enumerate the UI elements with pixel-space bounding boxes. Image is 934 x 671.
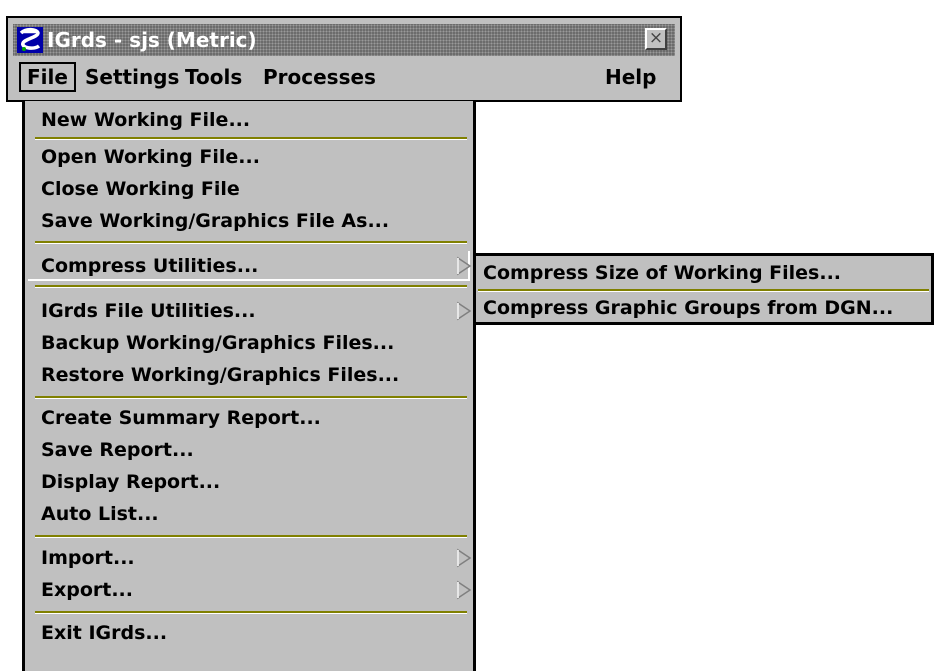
submenu-triangle-icon [457, 580, 472, 600]
menu-settings[interactable]: Settings [85, 62, 179, 92]
menu-file[interactable]: File [19, 62, 76, 92]
window-title: IGrds - sjs (Metric) [47, 28, 257, 52]
menu-item-igrds-file-utilities[interactable]: IGrds File Utilities... [41, 296, 256, 326]
menu-item-new-working-file[interactable]: New Working File... [41, 105, 250, 135]
menu-item-import[interactable]: Import... [41, 543, 135, 573]
app-window: IGrds - sjs (Metric) × File Settings Too… [6, 16, 682, 102]
menu-processes[interactable]: Processes [263, 62, 376, 92]
menu-separator [35, 137, 467, 140]
submenu-triangle-icon [457, 301, 472, 321]
menu-item-auto-list[interactable]: Auto List... [41, 499, 159, 529]
menu-item-compress-utilities[interactable]: Compress Utilities... [28, 251, 470, 281]
menu-separator [35, 396, 467, 399]
menu-item-export[interactable]: Export... [41, 575, 133, 605]
menu-bar: File Settings Tools Processes Help [13, 60, 675, 94]
menu-item-backup-files[interactable]: Backup Working/Graphics Files... [41, 328, 394, 358]
submenu-triangle-icon [457, 548, 472, 568]
compress-utilities-submenu: Compress Size of Working Files... Compre… [476, 253, 934, 325]
igrds-app-icon [17, 27, 43, 53]
submenu-item-compress-graphic-groups[interactable]: Compress Graphic Groups from DGN... [483, 293, 893, 323]
menu-item-close-working-file[interactable]: Close Working File [41, 174, 240, 204]
menu-separator [35, 241, 467, 244]
menu-item-create-summary-report[interactable]: Create Summary Report... [41, 403, 321, 433]
close-button[interactable]: × [645, 28, 667, 50]
menu-item-display-report[interactable]: Display Report... [41, 467, 220, 497]
menu-help[interactable]: Help [605, 62, 656, 92]
close-x-icon: × [648, 28, 664, 48]
submenu-item-compress-size[interactable]: Compress Size of Working Files... [483, 258, 841, 288]
menu-item-save-report[interactable]: Save Report... [41, 435, 194, 465]
menu-item-exit-igrds[interactable]: Exit IGrds... [41, 618, 167, 648]
menu-item-save-as[interactable]: Save Working/Graphics File As... [41, 206, 389, 236]
menu-separator [35, 285, 467, 288]
title-bar[interactable]: IGrds - sjs (Metric) × [13, 24, 675, 56]
menu-separator [478, 289, 929, 292]
menu-tools[interactable]: Tools [185, 62, 242, 92]
menu-separator [35, 535, 467, 538]
menu-item-open-working-file[interactable]: Open Working File... [41, 142, 260, 172]
file-dropdown-menu: New Working File... Open Working File...… [22, 101, 476, 671]
menu-item-restore-files[interactable]: Restore Working/Graphics Files... [41, 360, 399, 390]
submenu-triangle-icon [457, 256, 472, 276]
menu-separator [35, 611, 467, 614]
